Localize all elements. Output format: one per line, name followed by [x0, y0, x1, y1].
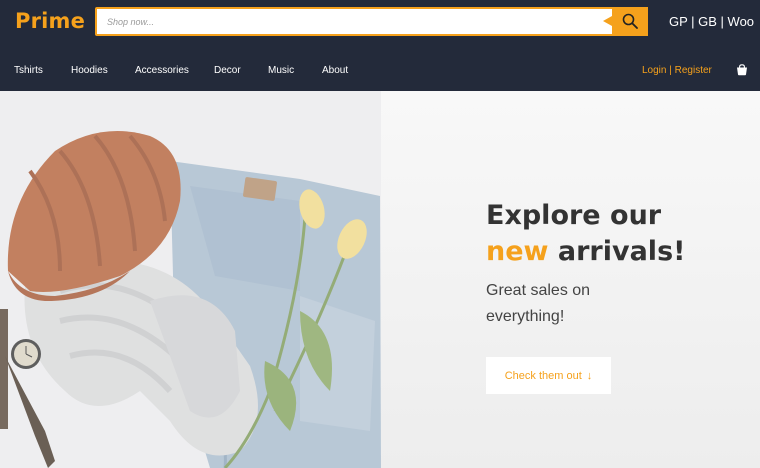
arrow-down-icon: ↓ [586, 369, 593, 382]
hero-title-rest: arrivals! [548, 236, 686, 267]
language-switcher[interactable]: GP | GB | Woo [669, 14, 754, 29]
search-icon [622, 13, 638, 29]
top-header: Prime GP | GB | Woo [0, 0, 760, 45]
hero-text-block: Explore our new arrivals! Great sales on… [486, 198, 685, 330]
logo[interactable]: Prime [15, 9, 85, 33]
hero-title-highlight: new [486, 236, 549, 267]
nav-item-tshirts[interactable]: Tshirts [14, 65, 43, 76]
hero-product-photo [0, 91, 381, 468]
search-bar [95, 7, 648, 36]
check-them-out-button[interactable]: Check them out ↓ [486, 357, 611, 394]
nav-item-decor[interactable]: Decor [214, 65, 241, 76]
hero-subtitle-line2: everything! [486, 308, 565, 325]
cart-icon[interactable] [736, 64, 748, 76]
login-register-link[interactable]: Login | Register [642, 65, 712, 76]
hero-title-line2: new arrivals! [486, 234, 685, 270]
search-button[interactable] [603, 7, 648, 36]
main-nav: Tshirts Hoodies Accessories Decor Music … [0, 45, 760, 91]
clothing-flatlay-illustration [0, 91, 381, 468]
nav-item-music[interactable]: Music [268, 65, 294, 76]
nav-item-hoodies[interactable]: Hoodies [71, 65, 108, 76]
hero-subtitle: Great sales on everything! [486, 278, 685, 330]
nav-item-about[interactable]: About [322, 65, 348, 76]
hero-title-line1: Explore our [486, 200, 662, 231]
nav-item-accessories[interactable]: Accessories [135, 65, 189, 76]
hero-subtitle-line1: Great sales on [486, 282, 591, 299]
cta-label: Check them out [504, 369, 582, 382]
hero-banner: Explore our new arrivals! Great sales on… [0, 91, 760, 468]
search-input[interactable] [97, 9, 612, 34]
